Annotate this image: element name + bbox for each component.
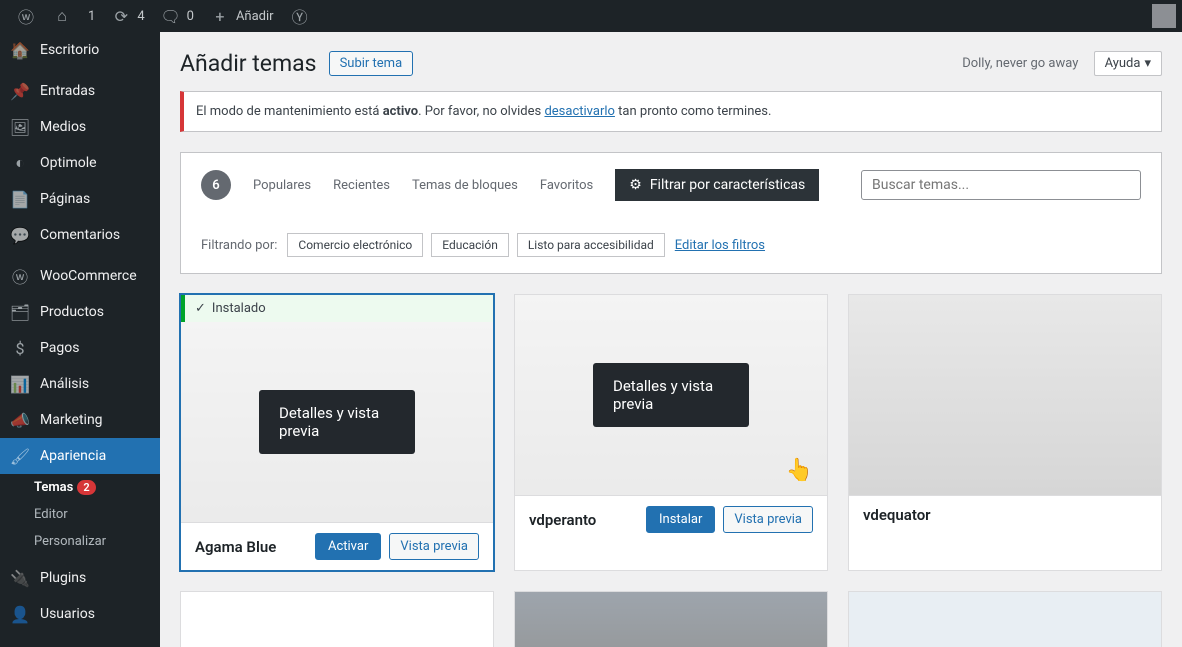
details-preview-button[interactable]: Detalles y vista previa [259, 390, 415, 454]
update-badge: 2 [77, 480, 95, 495]
details-preview-button[interactable]: Detalles y vista previa [593, 363, 749, 427]
check-icon: ✓ [195, 301, 206, 316]
avatar[interactable] [1152, 4, 1176, 28]
appear-icon: 🖌 [10, 446, 30, 466]
filter-tab-temas-de-bloques[interactable]: Temas de bloques [412, 178, 518, 193]
anal-icon: 📊 [10, 374, 30, 394]
filter-count: 6 [201, 170, 231, 200]
search-input[interactable] [861, 170, 1141, 200]
help-tab[interactable]: Ayuda▾ [1094, 51, 1162, 76]
comments-link[interactable]: 🗨0 [153, 0, 202, 32]
theme-card[interactable]: Detalles y vista previa 👆 vdperanto Instala… [514, 294, 828, 571]
theme-name: vdperanto [529, 511, 596, 529]
theme-card[interactable] [180, 591, 494, 647]
admin-menu: 🏠Escritorio 📌Entradas🖼Medios◐Optimole📄Pág… [0, 32, 160, 647]
user-icon: 👤 [10, 604, 30, 624]
menu-escritorio[interactable]: 🏠Escritorio [0, 32, 160, 68]
pin-icon: 📌 [10, 81, 30, 101]
refresh-icon: ⟳ [111, 6, 131, 26]
filter-bar: 6 Populares Recientes Temas de bloques Favo… [180, 152, 1162, 274]
filtering-by-label: Filtrando por: [201, 238, 277, 253]
filter-tab-favoritos[interactable]: Favoritos [540, 178, 593, 193]
pay-icon: $ [10, 338, 30, 358]
opt-icon: ◐ [10, 153, 30, 173]
filter-tab-recientes[interactable]: Recientes [333, 178, 390, 193]
filter-tag[interactable]: Comercio electrónico [287, 233, 423, 257]
theme-vista-previa-button[interactable]: Vista previa [723, 506, 813, 533]
menu-medios[interactable]: 🖼Medios [0, 109, 160, 145]
page-title: Añadir temas [180, 50, 317, 77]
submenu-personalizar[interactable]: Personalizar [0, 528, 160, 555]
menu-análisis[interactable]: 📊Análisis [0, 366, 160, 402]
menu-plugins[interactable]: 🔌Plugins [0, 560, 160, 596]
installed-ribbon: ✓ Instalado [181, 295, 493, 322]
theme-name: vdequator [863, 506, 931, 524]
wp-logo[interactable]: ⓦ [8, 0, 44, 32]
dash-icon: 🏠 [10, 40, 30, 60]
theme-vista-previa-button[interactable]: Vista previa [389, 533, 479, 560]
media-icon: 🖼 [10, 117, 30, 137]
gear-icon: ⚙ [629, 177, 642, 193]
comm-icon: 💬 [10, 225, 30, 245]
yoast-icon: Ⓨ [290, 6, 310, 26]
menu-usuarios[interactable]: 👤Usuarios [0, 596, 160, 632]
wordpress-icon: ⓦ [16, 6, 36, 26]
filter-tag[interactable]: Listo para accesibilidad [517, 233, 665, 257]
deactivate-maintenance-link[interactable]: desactivarlo [544, 104, 614, 119]
menu-páginas[interactable]: 📄Páginas [0, 181, 160, 217]
menu-entradas[interactable]: 📌Entradas [0, 73, 160, 109]
menu-marketing[interactable]: 📣Marketing [0, 402, 160, 438]
theme-name: Agama Blue [195, 538, 276, 556]
menu-productos[interactable]: 🗂Productos [0, 294, 160, 330]
yoast-link[interactable]: Ⓨ [282, 0, 318, 32]
home-link[interactable]: ⌂ [44, 0, 80, 32]
filter-tab-populares[interactable]: Populares [253, 178, 311, 193]
theme-card[interactable] [514, 591, 828, 647]
menu-comentarios[interactable]: 💬Comentarios [0, 217, 160, 253]
theme-instalar-button[interactable]: Instalar [646, 506, 715, 533]
edit-filters-link[interactable]: Editar los filtros [675, 238, 765, 253]
comment-icon: 🗨 [161, 6, 181, 26]
woo-icon: ⓦ [10, 266, 30, 286]
home-icon: ⌂ [52, 6, 72, 26]
maintenance-notice: El modo de mantenimiento está activo. Po… [180, 91, 1162, 132]
feature-filter-button[interactable]: ⚙ Filtrar por características [615, 169, 819, 201]
cursor-icon: 👆 [786, 458, 813, 483]
page-icon: 📄 [10, 189, 30, 209]
mkt-icon: 📣 [10, 410, 30, 430]
submenu-temas[interactable]: Temas2 [0, 474, 160, 501]
hello-dolly: Dolly, never go away [962, 56, 1078, 71]
theme-card[interactable]: vdequator [848, 294, 1162, 571]
chevron-down-icon: ▾ [1144, 56, 1151, 71]
plug-icon: 🔌 [10, 568, 30, 588]
updates-link[interactable]: ⟳4 [103, 0, 152, 32]
menu-optimole[interactable]: ◐Optimole [0, 145, 160, 181]
upload-theme-button[interactable]: Subir tema [329, 51, 414, 76]
admin-bar: ⓦ ⌂ 1 ⟳4 🗨0 +Añadir Ⓨ [0, 0, 1182, 32]
site-switch[interactable]: 1 [80, 0, 103, 32]
menu-pagos[interactable]: $Pagos [0, 330, 160, 366]
theme-card[interactable]: ✓ Instalado Detalles y vista previa Agama … [180, 294, 494, 571]
menu-apariencia[interactable]: 🖌Apariencia [0, 438, 160, 474]
prod-icon: 🗂 [10, 302, 30, 322]
submenu-editor[interactable]: Editor [0, 501, 160, 528]
menu-woocommerce[interactable]: ⓦWooCommerce [0, 258, 160, 294]
new-content[interactable]: +Añadir [202, 0, 282, 32]
theme-card[interactable] [848, 591, 1162, 647]
main-content: Añadir temas Subir tema Dolly, never go … [160, 32, 1182, 647]
theme-activar-button[interactable]: Activar [315, 533, 381, 560]
filter-tag[interactable]: Educación [431, 233, 509, 257]
plus-icon: + [210, 6, 230, 26]
